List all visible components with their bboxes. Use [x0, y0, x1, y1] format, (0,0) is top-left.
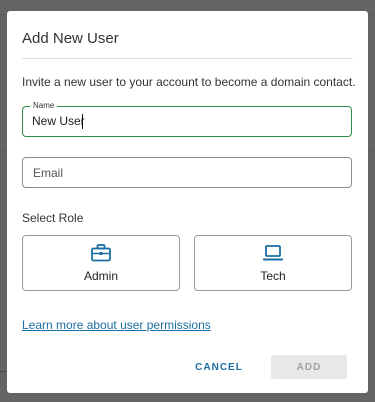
name-input[interactable]	[32, 114, 332, 128]
learn-more-link[interactable]: Learn more about user permissions	[22, 318, 211, 332]
role-label-tech: Tech	[260, 269, 286, 283]
title-divider	[22, 58, 353, 59]
role-option-tech[interactable]: Tech	[194, 235, 352, 291]
dialog-description: Invite a new user to your account to bec…	[22, 75, 356, 89]
email-field[interactable]	[22, 157, 352, 188]
name-field[interactable]: Name	[22, 101, 352, 137]
add-user-dialog: Add New User Invite a new user to your a…	[7, 11, 368, 393]
briefcase-icon	[90, 244, 112, 262]
cancel-button[interactable]: CANCEL	[189, 355, 249, 379]
role-label-admin: Admin	[83, 269, 118, 283]
add-button[interactable]: ADD	[271, 355, 347, 379]
select-role-heading: Select Role	[22, 211, 84, 225]
dialog-title: Add New User	[22, 30, 119, 47]
text-caret	[82, 114, 83, 129]
role-option-admin[interactable]: Admin	[22, 235, 180, 291]
laptop-icon	[262, 244, 284, 262]
email-input[interactable]	[33, 166, 333, 180]
name-field-label: Name	[30, 101, 58, 111]
